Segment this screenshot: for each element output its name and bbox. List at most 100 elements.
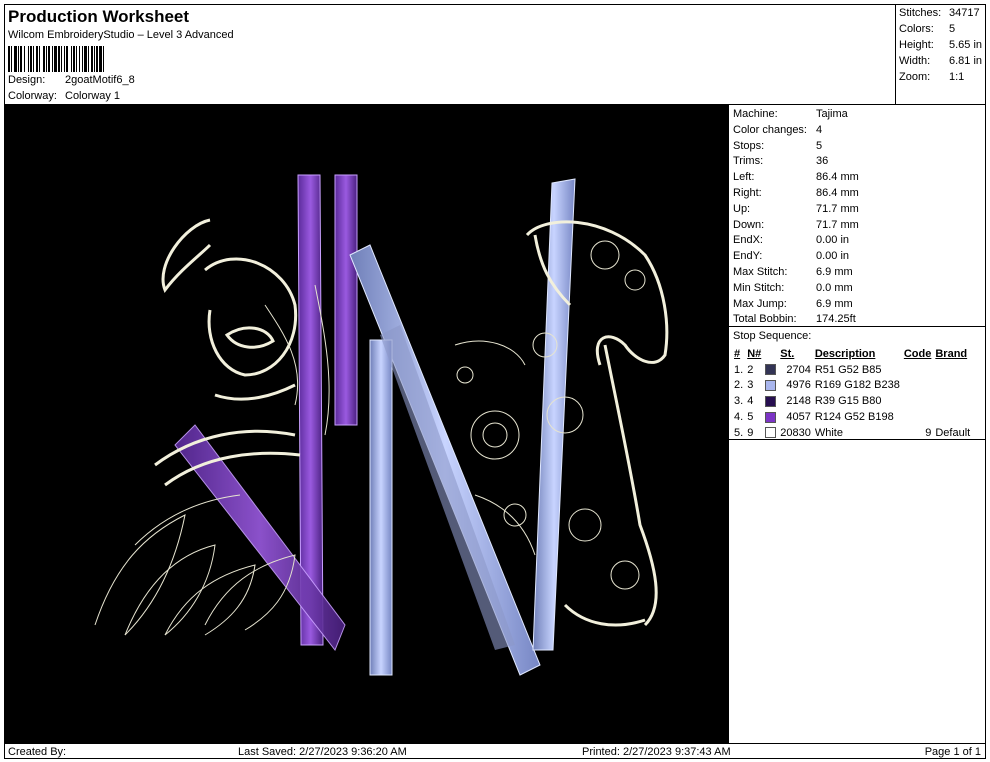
created-by: Created By: <box>8 746 67 758</box>
color-swatch <box>765 411 777 423</box>
divider <box>729 326 985 327</box>
thread-code <box>902 393 934 409</box>
row-number: 1. <box>734 363 744 376</box>
stat-value: 36 <box>816 155 829 168</box>
stat-value: 71.7 mm <box>816 202 859 215</box>
col-num: # <box>734 347 741 360</box>
height-row: Height: 5.65 in <box>899 39 982 51</box>
header: Production Worksheet Wilcom EmbroiderySt… <box>5 5 895 104</box>
design-row: Design: 2goatMotif6_8 <box>8 74 135 86</box>
stat-value: 86.4 mm <box>816 171 859 184</box>
colorway-name: Colorway 1 <box>65 90 121 102</box>
stat-row: Up: 71.7 mm <box>733 203 859 215</box>
barcode <box>8 46 196 72</box>
software-name: Wilcom EmbroideryStudio – Level 3 Advanc… <box>8 29 234 41</box>
stat-row: EndX: 0.00 in <box>733 234 849 246</box>
color-description: R51 G52 B85 <box>814 363 882 376</box>
stat-label: Max Stitch: <box>733 266 788 278</box>
color-swatch <box>765 380 777 392</box>
stat-row: Max Stitch: 6.9 mm <box>733 266 853 278</box>
thread-brand <box>933 362 972 378</box>
design-name: 2goatMotif6_8 <box>65 74 135 86</box>
stitch-count: 2704 <box>786 363 811 376</box>
table-row: 1. 2 2704 R51 G52 B85 <box>732 362 972 378</box>
stat-label: Down: <box>733 218 765 231</box>
col-stitches: St. <box>780 347 795 360</box>
col-code: Code <box>903 347 932 360</box>
needle-number: 5 <box>747 411 754 424</box>
color-swatch-cell <box>763 362 778 378</box>
stitches-row: Stitches: 34717 <box>899 7 980 19</box>
stitches-value: 34717 <box>949 7 980 19</box>
footer: Created By: Last Saved: 2/27/2023 9:36:2… <box>5 743 985 760</box>
stat-value: 71.7 mm <box>816 218 859 231</box>
stop-sequence-table: # N# St. Description Code Brand 1. 2 2704 R… <box>732 346 972 441</box>
thread-code <box>902 378 934 394</box>
barcode-bar <box>104 46 106 72</box>
stitch-count: 2148 <box>786 395 811 408</box>
stat-label: Trims: <box>733 155 764 168</box>
table-row: 3. 4 2148 R39 G15 B80 <box>732 393 972 409</box>
stat-label: Machine: <box>733 108 778 120</box>
color-description: R169 G182 B238 <box>814 379 900 392</box>
letter-n-blue <box>349 178 576 676</box>
width-row: Width: 6.81 in <box>899 55 982 67</box>
divider <box>729 439 985 440</box>
letter-n-purple <box>174 174 358 651</box>
col-swatch <box>763 346 778 362</box>
thread-brand <box>933 409 972 425</box>
stat-value: 6.9 mm <box>816 266 853 278</box>
colors-value: 5 <box>949 23 956 35</box>
color-swatch <box>765 364 777 376</box>
stat-value: 0.00 in <box>816 250 850 263</box>
colors-row: Colors: 5 <box>899 23 955 35</box>
color-swatch-cell <box>763 393 778 409</box>
height-label: Height: <box>899 39 934 51</box>
col-brand: Brand <box>935 347 968 360</box>
stat-label: Total Bobbin: <box>733 313 797 326</box>
colorway-label: Colorway: <box>8 90 57 102</box>
row-number: 2. <box>734 379 744 392</box>
zoom-row: Zoom: 1:1 <box>899 71 964 83</box>
stat-value: 174.25ft <box>816 313 856 326</box>
printed-date: Printed: 2/27/2023 9:37:43 AM <box>582 746 731 758</box>
stat-value: 86.4 mm <box>816 187 859 199</box>
stat-value: 0.0 mm <box>816 281 853 294</box>
width-value: 6.81 in <box>949 55 983 67</box>
stat-label: EndY: <box>733 250 763 263</box>
color-swatch <box>765 427 777 439</box>
stop-sequence-rows: 1. 2 2704 R51 G52 B85 2. 3 4976 R169 G182 B238 3… <box>732 362 972 441</box>
color-description: R39 G15 B80 <box>814 395 882 408</box>
color-swatch-cell <box>763 409 778 425</box>
last-saved: Last Saved: 2/27/2023 9:36:20 AM <box>238 746 407 758</box>
worksheet: Production Worksheet Wilcom EmbroiderySt… <box>4 4 986 759</box>
needle-number: 2 <box>747 363 754 376</box>
stat-label: Min Stitch: <box>733 281 785 294</box>
color-description: R124 G52 B198 <box>814 411 894 424</box>
thread-code <box>902 362 934 378</box>
color-swatch-cell <box>763 378 778 394</box>
stitches-label: Stitches: <box>899 7 942 19</box>
zoom-label: Zoom: <box>899 71 931 83</box>
height-value: 5.65 in <box>949 39 983 51</box>
stat-value: 6.9 mm <box>816 297 853 310</box>
stat-row: Trims: 36 <box>733 155 828 167</box>
stat-row: Right: 86.4 mm <box>733 187 859 199</box>
stat-label: Color changes: <box>733 123 807 136</box>
stat-value: Tajima <box>816 108 848 120</box>
embroidery-artwork <box>94 174 669 676</box>
stat-row: Left: 86.4 mm <box>733 171 859 183</box>
summary-box: Stitches: 34717 Colors: 5 Height: 5.65 in W… <box>895 5 986 104</box>
stat-label: Left: <box>733 171 755 184</box>
stitch-count: 4057 <box>786 411 811 424</box>
stat-row: Min Stitch: 0.0 mm <box>733 282 853 294</box>
design-preview <box>5 105 728 743</box>
stat-label: Up: <box>733 202 751 215</box>
page-number: Page 1 of 1 <box>924 746 981 758</box>
stat-row: Stops: 5 <box>733 140 822 152</box>
table-row: 4. 5 4057 R124 G52 B198 <box>732 409 972 425</box>
stat-row: Max Jump: 6.9 mm <box>733 298 853 310</box>
stat-row: Machine: Tajima <box>733 108 848 120</box>
col-needle: N# <box>747 347 762 360</box>
row-number: 4. <box>734 411 744 424</box>
